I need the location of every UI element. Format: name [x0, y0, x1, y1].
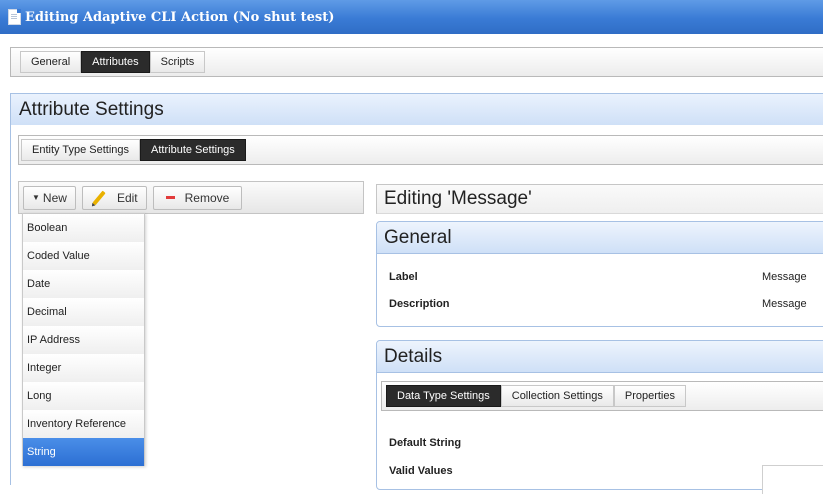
label-field-value: Message — [762, 271, 807, 283]
tab-scripts[interactable]: Scripts — [149, 51, 206, 73]
remove-button[interactable]: Remove — [152, 185, 243, 210]
window-title: Editing Adaptive CLI Action (No shut tes… — [25, 9, 335, 25]
details-tab-bar: Data Type Settings Collection Settings P… — [381, 381, 823, 411]
attribute-settings-tab-bar: Entity Type Settings Attribute Settings — [18, 135, 823, 165]
new-button-label: New — [42, 190, 67, 205]
editing-panel-title: Editing 'Message' — [376, 184, 823, 214]
edit-button-label: Edit — [116, 190, 138, 205]
menu-item-boolean[interactable]: Boolean — [23, 214, 144, 242]
description-field-label: Description — [389, 298, 450, 310]
new-type-menu: Boolean Coded Value Date Decimal IP Addr… — [22, 213, 145, 466]
edit-button[interactable]: Edit — [81, 185, 147, 210]
menu-item-integer[interactable]: Integer — [23, 354, 144, 382]
description-field-value: Message — [762, 298, 807, 310]
document-icon — [8, 9, 21, 25]
menu-item-coded-value[interactable]: Coded Value — [23, 242, 144, 270]
tab-attribute-settings[interactable]: Attribute Settings — [140, 139, 246, 161]
tab-properties[interactable]: Properties — [613, 385, 686, 407]
tab-attributes[interactable]: Attributes — [81, 51, 150, 73]
remove-button-label: Remove — [184, 190, 230, 205]
caret-down-icon: ▼ — [32, 193, 40, 202]
default-string-label: Default String — [389, 437, 462, 449]
tab-data-type-settings[interactable]: Data Type Settings — [386, 385, 501, 407]
panel-border — [10, 125, 11, 485]
description-row: Description Message — [377, 290, 823, 317]
tab-general[interactable]: General — [20, 51, 82, 73]
menu-item-inventory-reference[interactable]: Inventory Reference — [23, 410, 144, 438]
tab-entity-type-settings[interactable]: Entity Type Settings — [21, 139, 141, 161]
attribute-settings-header: Attribute Settings — [10, 93, 823, 125]
menu-item-decimal[interactable]: Decimal — [23, 298, 144, 326]
menu-item-date[interactable]: Date — [23, 270, 144, 298]
menu-item-ip-address[interactable]: IP Address — [23, 326, 144, 354]
pencil-icon — [92, 190, 106, 205]
valid-values-label: Valid Values — [389, 465, 453, 477]
attribute-toolbar: ▼ New Edit Remove — [18, 181, 364, 214]
window-title-bar: Editing Adaptive CLI Action (No shut tes… — [0, 0, 823, 34]
tab-collection-settings[interactable]: Collection Settings — [500, 385, 614, 407]
label-row: Label Message — [377, 263, 823, 290]
menu-item-long[interactable]: Long — [23, 382, 144, 410]
new-button[interactable]: ▼ New — [23, 185, 76, 210]
main-tab-bar: General Attributes Scripts — [10, 47, 823, 77]
details-group-title: Details — [377, 341, 823, 373]
general-group-title: General — [377, 222, 823, 254]
general-group: General Label Message Description Messag… — [376, 221, 823, 327]
label-field-label: Label — [389, 271, 418, 283]
valid-values-field[interactable] — [762, 465, 823, 494]
details-group: Details Data Type Settings Collection Se… — [376, 340, 823, 494]
menu-item-string[interactable]: String — [23, 438, 144, 466]
minus-icon — [165, 196, 175, 199]
